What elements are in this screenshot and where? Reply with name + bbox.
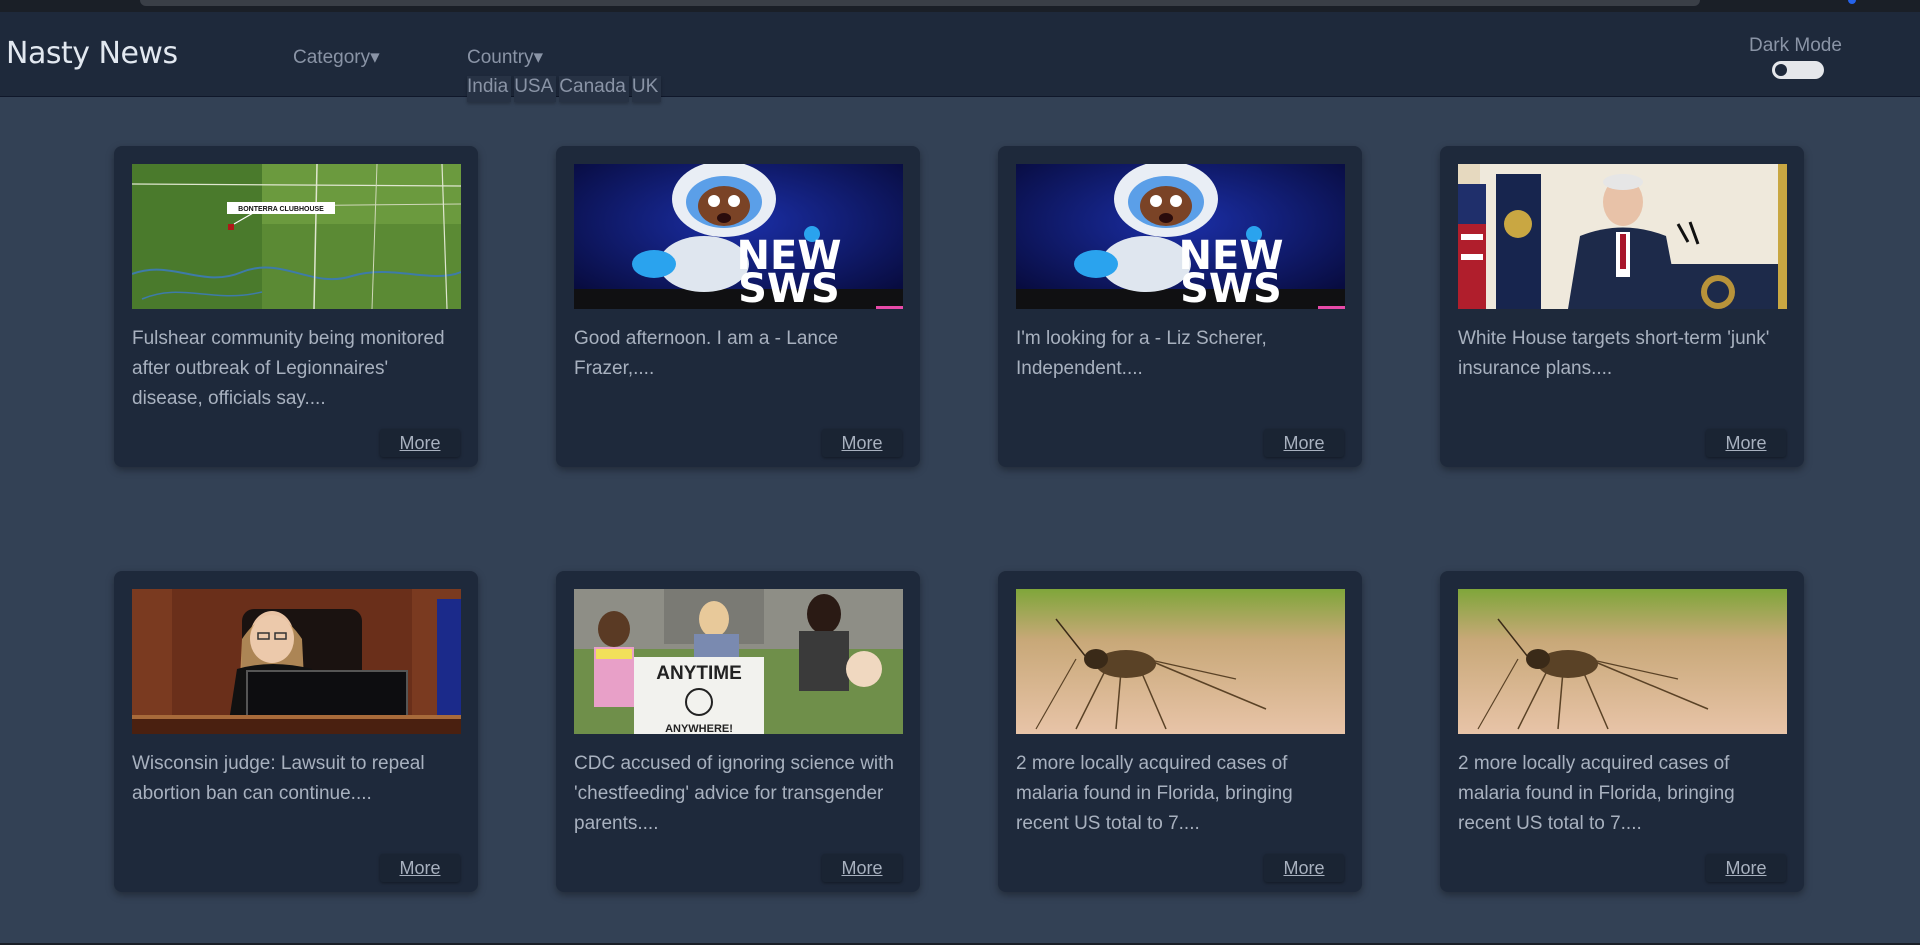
- country-dropdown[interactable]: Country▾: [467, 46, 543, 69]
- map-thumbnail[interactable]: BONTERRA CLUBHOUSE: [132, 164, 461, 309]
- news-card: Wisconsin judge: Lawsuit to repeal abort…: [114, 571, 478, 892]
- brand-logo-text[interactable]: Nasty News: [6, 36, 178, 71]
- press-podium-image: [1458, 164, 1787, 309]
- protest-sign-thumbnail[interactable]: ANYTIME ANYWHERE!: [574, 589, 903, 734]
- country-option-canada[interactable]: Canada: [559, 76, 629, 102]
- map-image: BONTERRA CLUBHOUSE: [132, 164, 461, 309]
- more-button[interactable]: More: [1706, 854, 1786, 882]
- news-card: NEW SWS Good afternoon. I am a - Lance F…: [556, 146, 920, 467]
- mosquito-thumbnail[interactable]: [1016, 589, 1345, 734]
- news-card: ANYTIME ANYWHERE! CDC accused of ignorin…: [556, 571, 920, 892]
- dark-mode-label: Dark Mode: [1749, 35, 1842, 56]
- news-logo-line2: SWS: [738, 266, 840, 309]
- card-headline: I'm looking for a - Liz Scherer, Indepen…: [1016, 328, 1267, 379]
- dark-mode-toggle[interactable]: [1772, 61, 1824, 79]
- mosquito-thumbnail[interactable]: [1458, 589, 1787, 734]
- more-button[interactable]: More: [822, 429, 902, 457]
- card-headline: 2 more locally acquired cases of malaria…: [1458, 753, 1735, 834]
- more-button[interactable]: More: [380, 854, 460, 882]
- news-astronaut-thumbnail[interactable]: NEW SWS: [1016, 164, 1345, 309]
- press-podium-thumbnail[interactable]: [1458, 164, 1787, 309]
- courtroom-judge-image: [132, 589, 461, 734]
- browser-indicator-dot: [1848, 0, 1856, 4]
- news-card: BONTERRA CLUBHOUSE Fulshear community be…: [114, 146, 478, 467]
- toggle-knob: [1775, 64, 1787, 76]
- card-headline: Fulshear community being monitored after…: [132, 328, 445, 409]
- courtroom-judge-thumbnail[interactable]: [132, 589, 461, 734]
- mosquito-image: [1458, 589, 1787, 734]
- country-options-menu: India USA Canada UK: [467, 76, 664, 102]
- news-astronaut-thumbnail[interactable]: NEW SWS: [574, 164, 903, 309]
- map-label-text: BONTERRA CLUBHOUSE: [238, 206, 324, 213]
- browser-scroll-track: [140, 0, 1700, 6]
- more-button[interactable]: More: [822, 854, 902, 882]
- more-button[interactable]: More: [380, 429, 460, 457]
- category-dropdown[interactable]: Category▾: [293, 46, 380, 69]
- protest-sign-image: ANYTIME ANYWHERE!: [574, 589, 903, 734]
- astronaut-news-image: NEW SWS: [1016, 164, 1345, 309]
- news-card: NEW SWS I'm looking for a - Liz Scherer,…: [998, 146, 1362, 467]
- card-headline: CDC accused of ignoring science with 'ch…: [574, 753, 894, 834]
- card-headline: 2 more locally acquired cases of malaria…: [1016, 753, 1293, 834]
- more-button[interactable]: More: [1264, 429, 1344, 457]
- more-button[interactable]: More: [1264, 854, 1344, 882]
- country-option-usa[interactable]: USA: [514, 76, 557, 102]
- astronaut-news-image: NEW SWS: [574, 164, 903, 309]
- navbar: Nasty News Category▾ Country▾ India USA …: [0, 12, 1920, 102]
- news-card: 2 more locally acquired cases of malaria…: [1440, 571, 1804, 892]
- news-logo-line2: SWS: [1180, 266, 1282, 309]
- more-button[interactable]: More: [1706, 429, 1786, 457]
- sign-text-line2: ANYWHERE!: [665, 723, 733, 734]
- news-card: White House targets short-term 'junk' in…: [1440, 146, 1804, 467]
- sign-text-line1: ANYTIME: [656, 663, 742, 684]
- browser-top-strip: [0, 0, 1920, 12]
- country-option-india[interactable]: India: [467, 76, 512, 102]
- mosquito-image: [1016, 589, 1345, 734]
- country-option-uk[interactable]: UK: [631, 76, 662, 102]
- card-headline: Wisconsin judge: Lawsuit to repeal abort…: [132, 753, 425, 804]
- news-card: 2 more locally acquired cases of malaria…: [998, 571, 1362, 892]
- card-headline: Good afternoon. I am a - Lance Frazer,..…: [574, 328, 839, 379]
- card-headline: White House targets short-term 'junk' in…: [1458, 328, 1770, 379]
